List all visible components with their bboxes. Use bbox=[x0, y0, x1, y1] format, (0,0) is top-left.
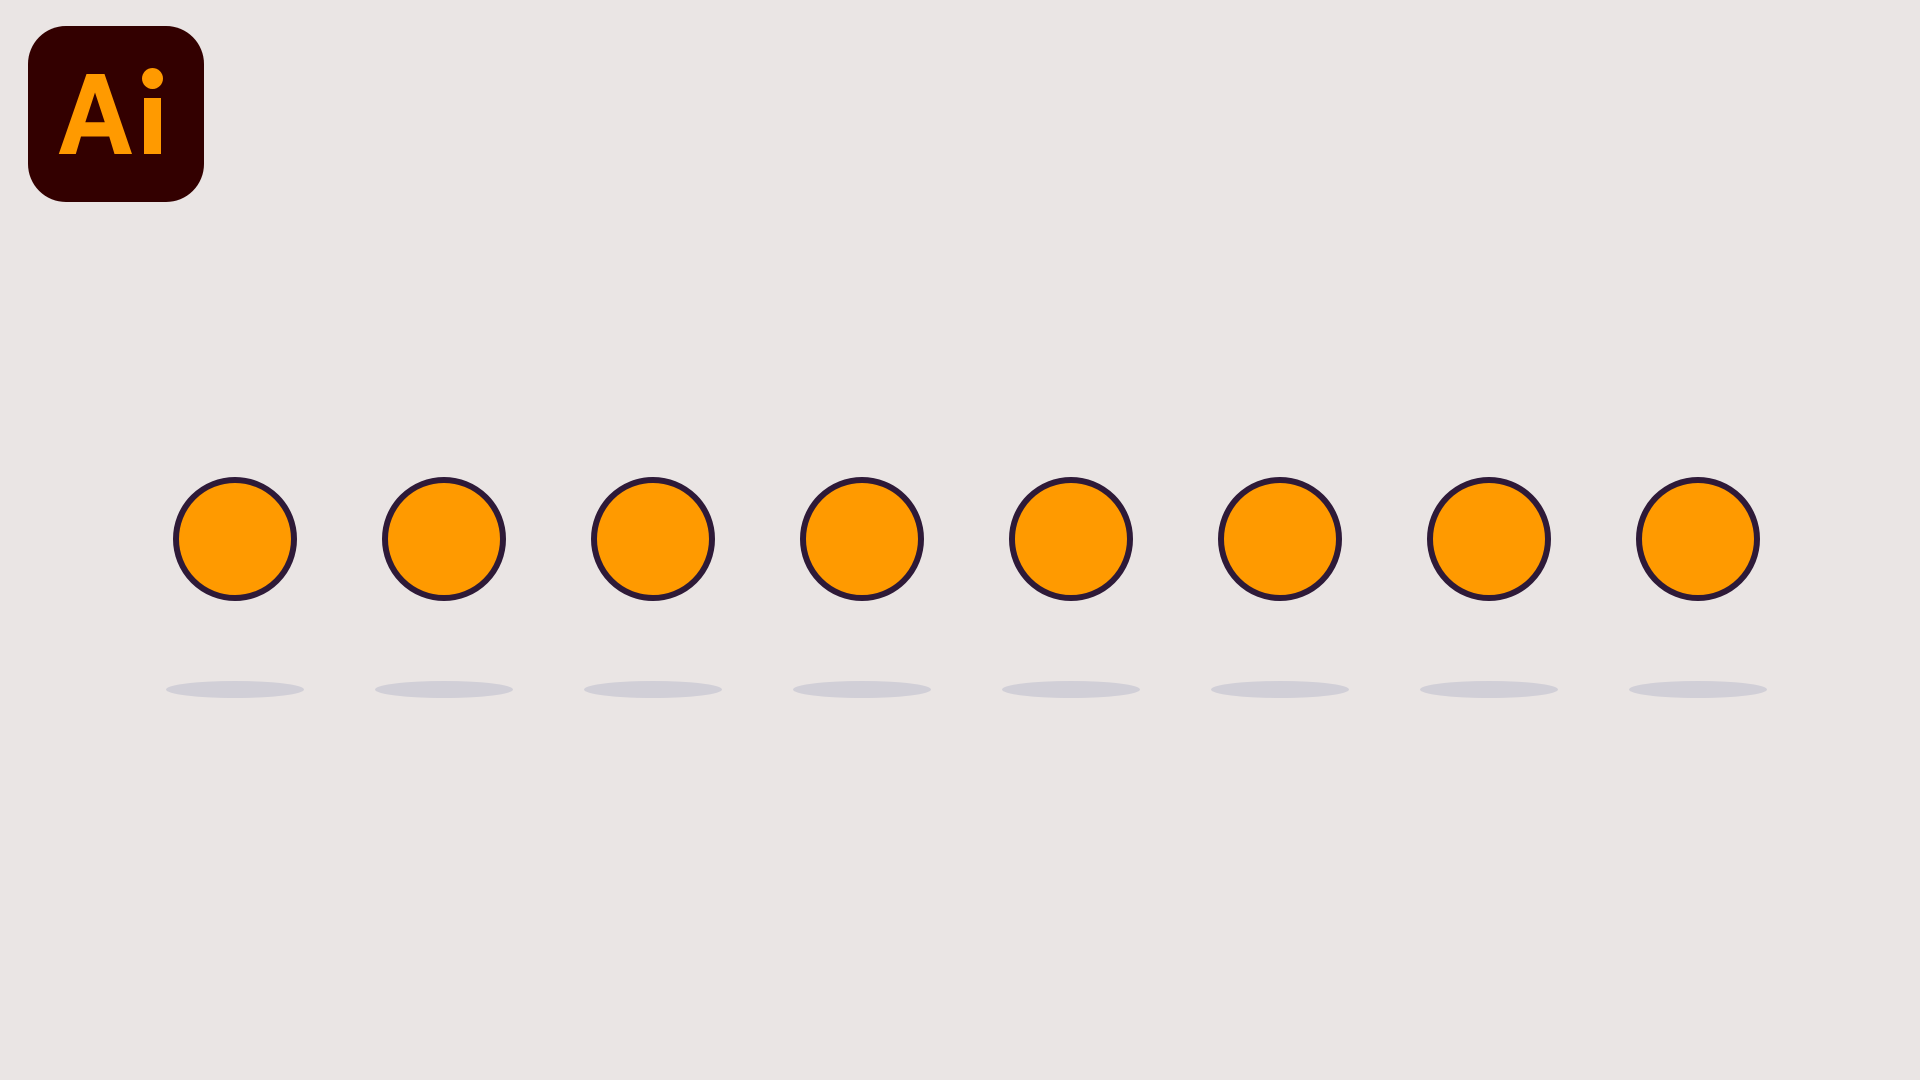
circle-2[interactable] bbox=[382, 477, 506, 601]
circle-3[interactable] bbox=[591, 477, 715, 601]
shape-group bbox=[1211, 470, 1351, 710]
shape-shadow bbox=[166, 681, 304, 698]
circle-5[interactable] bbox=[1009, 477, 1133, 601]
shape-shadow bbox=[1002, 681, 1140, 698]
shape-group bbox=[166, 470, 306, 710]
circle-7[interactable] bbox=[1427, 477, 1551, 601]
shape-shadow bbox=[1629, 681, 1767, 698]
shape-shadow bbox=[375, 681, 513, 698]
shape-group bbox=[1629, 470, 1769, 710]
shape-shadow bbox=[793, 681, 931, 698]
shape-shadow bbox=[1420, 681, 1558, 698]
shape-group bbox=[1420, 470, 1560, 710]
circle-8[interactable] bbox=[1636, 477, 1760, 601]
shape-group bbox=[1002, 470, 1142, 710]
shape-shadow bbox=[1211, 681, 1349, 698]
circle-1[interactable] bbox=[173, 477, 297, 601]
shape-group bbox=[375, 470, 515, 710]
artboard-objects bbox=[0, 0, 1920, 1080]
shape-group bbox=[793, 470, 933, 710]
shape-group bbox=[584, 470, 724, 710]
circle-6[interactable] bbox=[1218, 477, 1342, 601]
illustrator-canvas[interactable] bbox=[0, 0, 1920, 1080]
circle-4[interactable] bbox=[800, 477, 924, 601]
shape-shadow bbox=[584, 681, 722, 698]
